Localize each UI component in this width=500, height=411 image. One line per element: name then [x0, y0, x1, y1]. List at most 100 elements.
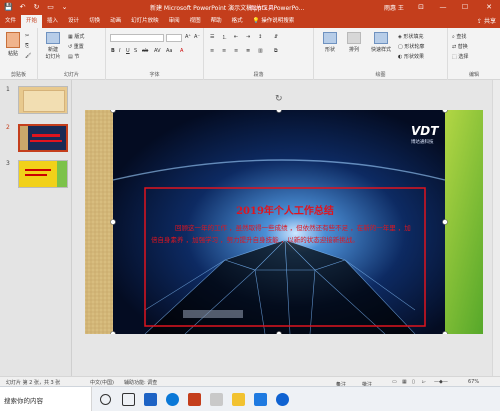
shape-fill-button[interactable]: ◈ 形状填充 — [398, 33, 423, 40]
slide-body-text[interactable]: 回顾这一年的工作 ，虽然取得一些成绩 ，但依然还有些不足 ，在新的一年里 ，加倍… — [151, 222, 417, 246]
redo-icon[interactable]: ↻ — [31, 3, 42, 12]
italic-icon[interactable]: I — [119, 48, 120, 54]
slide-thumbnail-1[interactable] — [18, 86, 68, 114]
slideshow-view-icon[interactable]: ▻ — [422, 379, 426, 385]
layout-label: 版式 — [74, 34, 85, 40]
accessibility-status[interactable]: 辅助功能: 调查 — [124, 379, 157, 386]
zoom-level[interactable]: 67% — [468, 379, 479, 385]
replace-button[interactable]: ⇄ 替换 — [452, 43, 468, 50]
tab-format[interactable]: 格式 — [227, 15, 248, 28]
numbering-icon[interactable]: ⒈ — [222, 34, 227, 41]
vertical-scrollbar[interactable] — [492, 80, 500, 376]
tab-design[interactable]: 设计 — [63, 15, 84, 28]
maximize-button[interactable]: ☐ — [458, 0, 472, 14]
justify-icon[interactable]: ≣ — [246, 48, 250, 54]
ribbon-display-icon[interactable]: ⊡ — [414, 0, 428, 14]
font-name-combo[interactable] — [110, 34, 164, 42]
language-indicator[interactable]: 中文(中国) — [90, 379, 114, 386]
window-title: 新建 Microsoft PowerPoint 演示文稿.pptx - Powe… — [150, 4, 305, 12]
undo-icon[interactable]: ↶ — [17, 3, 28, 12]
text-direction-icon[interactable]: ⇵ — [274, 34, 278, 40]
customize-qat-icon[interactable]: ⌄ — [59, 3, 70, 12]
paste-button[interactable]: 粘贴 — [4, 32, 22, 57]
minimize-button[interactable]: — — [436, 0, 450, 14]
find-button[interactable]: ⌕ 查找 — [452, 33, 466, 40]
increase-font-icon[interactable]: A⁺ — [185, 34, 191, 40]
tab-help[interactable]: 帮助 — [206, 15, 227, 28]
share-button[interactable]: ⇪ 共享 — [477, 16, 496, 25]
slide-thumbnail-3[interactable] — [18, 160, 68, 188]
decrease-font-icon[interactable]: A⁻ — [194, 34, 200, 40]
select-button[interactable]: ⬚ 选择 — [452, 53, 468, 60]
align-right-icon[interactable]: ≡ — [234, 48, 238, 54]
file-explorer-icon[interactable] — [232, 393, 245, 406]
strikethrough-icon[interactable]: ab — [142, 48, 148, 54]
smartart-icon[interactable]: ⧉ — [274, 48, 278, 54]
powerpoint-icon[interactable] — [188, 393, 201, 406]
arrange-button[interactable]: 排列 — [344, 32, 364, 53]
copy-icon[interactable]: ⎘ — [25, 43, 29, 49]
columns-icon[interactable]: ▥ — [258, 48, 263, 54]
mail-icon[interactable] — [144, 393, 157, 406]
tab-insert[interactable]: 插入 — [42, 15, 63, 28]
normal-view-icon[interactable]: ▭ — [392, 379, 397, 385]
rotate-handle-icon[interactable]: ↻ — [275, 94, 285, 104]
start-slideshow-icon[interactable]: ▭ — [45, 3, 56, 12]
quick-styles-button[interactable]: 快速样式 — [368, 32, 394, 53]
new-slide-button[interactable]: 新建 幻灯片 — [42, 32, 64, 60]
increase-indent-icon[interactable]: ⇥ — [246, 34, 250, 40]
decrease-indent-icon[interactable]: ⇤ — [234, 34, 238, 40]
align-left-icon[interactable]: ≡ — [210, 48, 214, 54]
baidu-icon[interactable] — [276, 393, 289, 406]
underline-icon[interactable]: U — [126, 48, 130, 54]
char-spacing-icon[interactable]: AV — [154, 48, 161, 54]
share-label: 共享 — [483, 18, 496, 25]
shape-outline-button[interactable]: ▢ 形状轮廓 — [398, 43, 424, 50]
shadow-icon[interactable]: S — [134, 48, 137, 54]
tab-file[interactable]: 文件 — [0, 15, 21, 28]
slide-sorter-icon[interactable]: ▦ — [402, 379, 407, 385]
shapes-button[interactable]: 形状 — [320, 32, 340, 53]
taskbar-search[interactable]: 搜索你的内容 — [0, 387, 92, 411]
slide-title[interactable]: 2019年个人工作总结 — [145, 202, 425, 217]
zoom-slider[interactable]: —◆— — [434, 379, 448, 385]
new-slide-label: 新建 幻灯片 — [45, 47, 61, 60]
change-case-icon[interactable]: Aa — [166, 48, 172, 54]
shape-effects-button[interactable]: ◐ 形状效果 — [398, 53, 424, 60]
font-color-icon[interactable]: A — [180, 48, 183, 54]
photos-icon[interactable] — [210, 393, 223, 406]
line-spacing-icon[interactable]: ↕ — [258, 34, 262, 40]
tab-animations[interactable]: 动画 — [105, 15, 126, 28]
edge-icon[interactable] — [166, 393, 179, 406]
save-icon[interactable]: 💾 — [3, 3, 14, 12]
cut-icon[interactable]: ✂ — [25, 33, 29, 39]
tab-slideshow[interactable]: 幻灯片放映 — [126, 15, 164, 28]
tell-me-search[interactable]: 💡 操作说明搜索 — [248, 15, 300, 28]
reset-button[interactable]: ↺ 重置 — [68, 43, 84, 50]
align-center-icon[interactable]: ≡ — [222, 48, 226, 54]
layout-button[interactable]: ▦ 版式 — [68, 33, 84, 40]
tab-home[interactable]: 开始 — [21, 15, 43, 28]
store-icon[interactable] — [254, 393, 267, 406]
editing-group: ⌕ 查找 ⇄ 替换 ⬚ 选择 编辑 — [448, 28, 500, 80]
close-button[interactable]: ✕ — [482, 0, 496, 14]
slides-group: 新建 幻灯片 ▦ 版式 ↺ 重置 ▤ 节 幻灯片 — [38, 28, 106, 80]
company-logo: VDT — [411, 124, 438, 138]
section-button[interactable]: ▤ 节 — [68, 53, 79, 60]
slide-thumbnail-2[interactable] — [18, 124, 68, 152]
shapes-label: 形状 — [324, 47, 335, 53]
task-view-icon[interactable] — [122, 393, 135, 406]
thumbnail-number: 2 — [6, 124, 10, 131]
reading-view-icon[interactable]: ▯ — [412, 379, 415, 385]
bullets-icon[interactable]: ☰ — [210, 34, 214, 40]
tab-transitions[interactable]: 切换 — [84, 15, 105, 28]
format-painter-icon[interactable]: 🖌 — [25, 53, 31, 59]
tab-view[interactable]: 视图 — [185, 15, 206, 28]
current-slide[interactable]: ↻ VDT 博达通科技 2019年个人工作总结 回顾这一年的工作 ，虽然取得一些… — [85, 94, 483, 337]
bold-icon[interactable]: B — [111, 48, 115, 54]
user-name[interactable]: 雨惠 王 — [384, 3, 404, 12]
slide-editing-area[interactable]: ↻ VDT 博达通科技 2019年个人工作总结 回顾这一年的工作 ，虽然取得一些… — [73, 80, 500, 376]
font-size-combo[interactable] — [166, 34, 182, 42]
cortana-icon[interactable] — [100, 394, 111, 405]
tab-review[interactable]: 审阅 — [164, 15, 185, 28]
